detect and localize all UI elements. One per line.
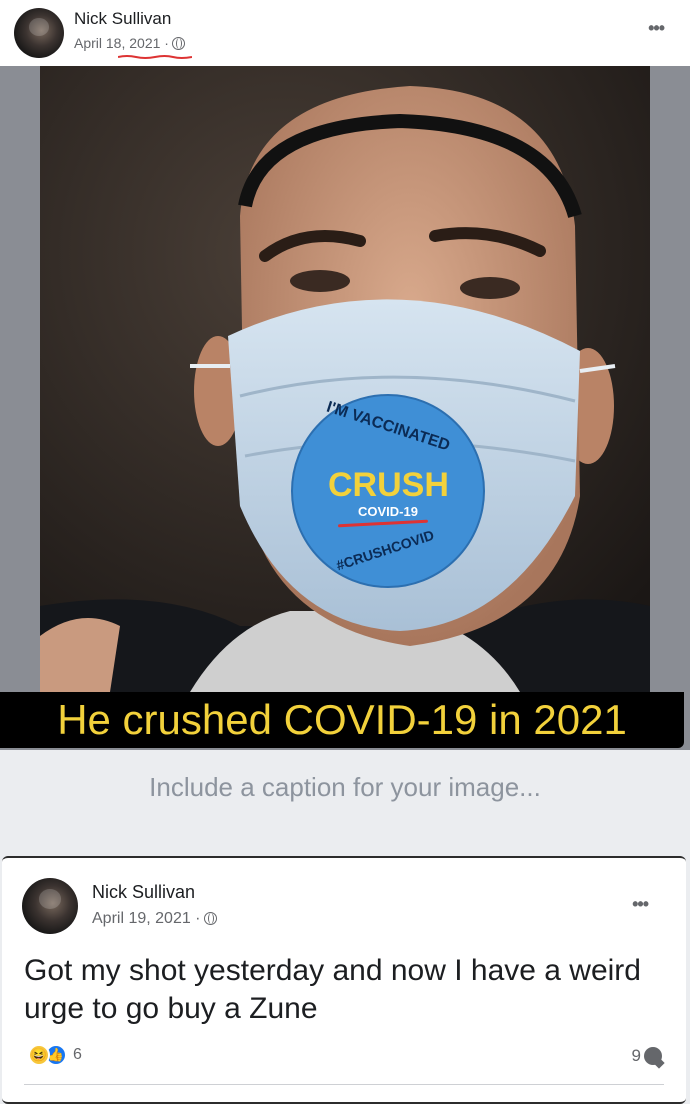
divider	[24, 1084, 664, 1085]
globe-icon	[171, 37, 185, 50]
post-text: Got my shot yesterday and now I have a w…	[24, 954, 641, 1025]
author-avatar[interactable]	[22, 878, 78, 934]
post-date[interactable]: April 18, 2021 ·	[74, 35, 169, 51]
reactions-summary[interactable]: 😆 👍 6	[28, 1044, 82, 1066]
post-image[interactable]: I'M VACCINATED CRUSH COVID-19 #CRUSHCOVI…	[0, 66, 690, 750]
comments-summary[interactable]: 9	[632, 1046, 662, 1066]
haha-icon: 😆	[28, 1044, 50, 1066]
masked-face-illustration	[40, 66, 650, 692]
caption-input-placeholder[interactable]: Include a caption for your image...	[0, 772, 690, 803]
selfie-photo: I'M VACCINATED CRUSH COVID-19 #CRUSHCOVI…	[40, 66, 650, 692]
image-caption-banner: He crushed COVID-19 in 2021	[0, 692, 684, 748]
image-caption-text: He crushed COVID-19 in 2021	[57, 696, 627, 743]
post-card-2: Nick Sullivan April 19, 2021 · ••• Got m…	[2, 856, 686, 1104]
post-card-1: Nick Sullivan April 18, 2021 · ••• I'M V…	[0, 0, 690, 750]
more-options-icon[interactable]: •••	[632, 894, 649, 915]
author-avatar[interactable]	[14, 8, 64, 58]
author-name[interactable]: Nick Sullivan	[92, 882, 195, 903]
post-date-row: April 18, 2021 ·	[74, 35, 185, 51]
sticker-sub-text: COVID-19	[358, 504, 418, 519]
red-scribble	[118, 55, 192, 59]
more-options-icon[interactable]: •••	[648, 18, 665, 39]
comment-icon	[644, 1047, 662, 1065]
post-date-row: April 19, 2021 ·	[92, 910, 217, 928]
reaction-count: 6	[73, 1046, 82, 1063]
globe-icon	[203, 912, 217, 925]
post-date[interactable]: April 19, 2021 ·	[92, 910, 201, 927]
comment-count: 9	[631, 1046, 641, 1065]
author-name[interactable]: Nick Sullivan	[74, 9, 171, 29]
sticker-main-text: CRUSH	[328, 466, 449, 504]
